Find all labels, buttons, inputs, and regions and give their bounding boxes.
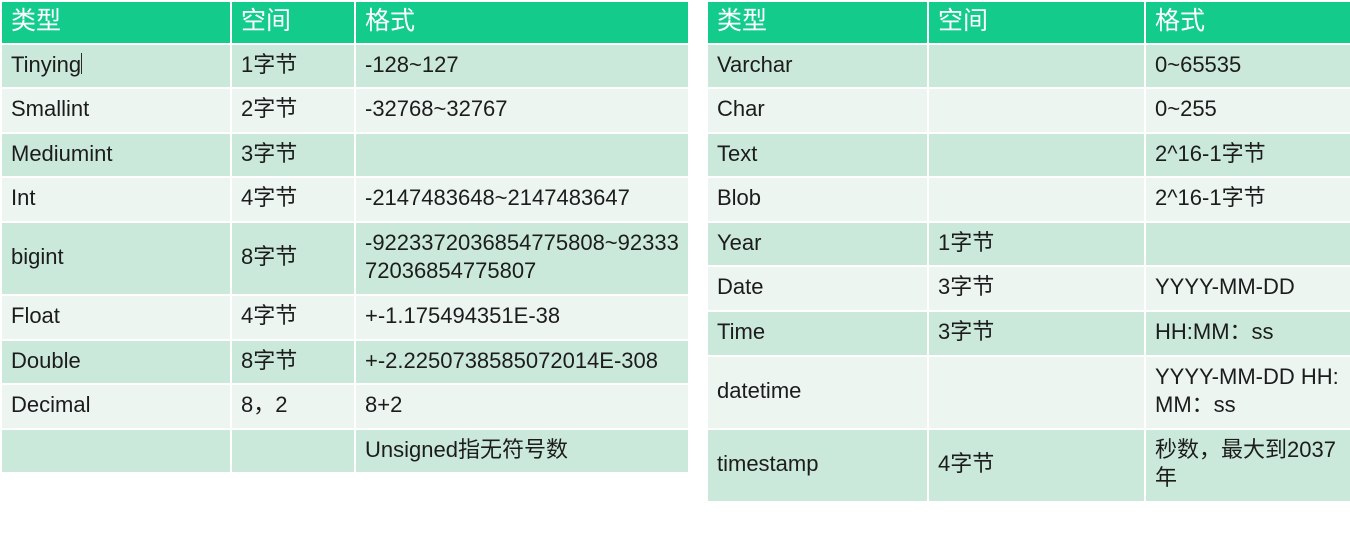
table-header: 类型 空间 格式 — [708, 2, 1350, 43]
cell-type: Date — [708, 267, 927, 311]
cell-format: -9223372036854775808~9233372036854775807 — [356, 222, 688, 295]
table-row: Blob 2^16-1字节 — [708, 178, 1350, 221]
cell-space: 1字节 — [929, 222, 1144, 266]
cell-type: Time — [708, 312, 927, 355]
cell-format: YYYY-MM-DD — [1146, 267, 1350, 311]
cell-type: Int — [2, 178, 230, 221]
cell-format: 2^16-1字节 — [1146, 133, 1350, 177]
cell-format: -32768~32767 — [356, 89, 688, 132]
cell-format: 8+2 — [356, 385, 688, 428]
cell-type: Varchar — [708, 44, 927, 88]
table-row: bigint 8字节 -9223372036854775808~92333720… — [2, 222, 688, 295]
cell-type: bigint — [2, 222, 230, 295]
cell-type: Smallint — [2, 89, 230, 132]
column-header-space: 空间 — [929, 2, 1144, 43]
cell-space — [232, 429, 354, 473]
cell-type: Decimal — [2, 385, 230, 428]
cell-space: 8字节 — [232, 340, 354, 384]
table-row: timestamp 4字节 秒数，最大到2037年 — [708, 429, 1350, 502]
table-row: datetime YYYY-MM-DD HH:MM：ss — [708, 356, 1350, 428]
table-body: Tinying 1字节 -128~127 Smallint 2字节 -32768… — [2, 44, 688, 473]
cell-format: 2^16-1字节 — [1146, 178, 1350, 221]
table-row: Time 3字节 HH:MM：ss — [708, 312, 1350, 355]
cell-space: 3字节 — [929, 267, 1144, 311]
table-body: Varchar 0~65535 Char 0~255 Text 2^16-1字节… — [708, 44, 1350, 502]
cell-type: datetime — [708, 356, 927, 428]
cell-space: 4字节 — [929, 429, 1144, 502]
cell-space — [929, 356, 1144, 428]
cell-space: 4字节 — [232, 178, 354, 221]
cell-space: 8，2 — [232, 385, 354, 428]
table-header-row: 类型 空间 格式 — [708, 2, 1350, 43]
table-row: Float 4字节 +-1.175494351E-38 — [2, 296, 688, 339]
cell-format: Unsigned指无符号数 — [356, 429, 688, 473]
cell-space: 4字节 — [232, 296, 354, 339]
cell-format — [1146, 222, 1350, 266]
cell-space — [929, 89, 1144, 132]
table-row: Varchar 0~65535 — [708, 44, 1350, 88]
column-header-format: 格式 — [356, 2, 688, 43]
table-row: Tinying 1字节 -128~127 — [2, 44, 688, 88]
cell-space: 3字节 — [929, 312, 1144, 355]
cell-type: Text — [708, 133, 927, 177]
table-row: Year 1字节 — [708, 222, 1350, 266]
cell-type: Tinying — [2, 44, 230, 88]
cell-type: Char — [708, 89, 927, 132]
cell-space — [929, 178, 1144, 221]
cell-space: 8字节 — [232, 222, 354, 295]
numeric-types-table: 类型 空间 格式 Tinying 1字节 -128~127 Smallint 2… — [0, 0, 690, 475]
cell-format: 0~255 — [1146, 89, 1350, 132]
cell-space — [929, 44, 1144, 88]
cell-format: +-1.175494351E-38 — [356, 296, 688, 339]
cell-format: +-2.2250738585072014E-308 — [356, 340, 688, 384]
cell-space: 3字节 — [232, 133, 354, 177]
cell-format: 秒数，最大到2037年 — [1146, 429, 1350, 502]
cell-format: -2147483648~2147483647 — [356, 178, 688, 221]
column-header-type: 类型 — [708, 2, 927, 43]
cell-format — [356, 133, 688, 177]
cell-space: 2字节 — [232, 89, 354, 132]
cell-type: Float — [2, 296, 230, 339]
column-header-type: 类型 — [2, 2, 230, 43]
table-row: Double 8字节 +-2.2250738585072014E-308 — [2, 340, 688, 384]
table-row: Decimal 8，2 8+2 — [2, 385, 688, 428]
cell-type: timestamp — [708, 429, 927, 502]
cell-format: YYYY-MM-DD HH:MM：ss — [1146, 356, 1350, 428]
table-header-row: 类型 空间 格式 — [2, 2, 688, 43]
column-header-space: 空间 — [232, 2, 354, 43]
cell-format: -128~127 — [356, 44, 688, 88]
cell-space — [929, 133, 1144, 177]
table-row: Mediumint 3字节 — [2, 133, 688, 177]
cell-type: Mediumint — [2, 133, 230, 177]
cell-type: Double — [2, 340, 230, 384]
table-row: Int 4字节 -2147483648~2147483647 — [2, 178, 688, 221]
table-header: 类型 空间 格式 — [2, 2, 688, 43]
text-caret — [81, 53, 83, 75]
table-row: Smallint 2字节 -32768~32767 — [2, 89, 688, 132]
table-row: Char 0~255 — [708, 89, 1350, 132]
slide-canvas: 类型 空间 格式 Tinying 1字节 -128~127 Smallint 2… — [0, 0, 1350, 555]
table-row: Text 2^16-1字节 — [708, 133, 1350, 177]
cell-space: 1字节 — [232, 44, 354, 88]
column-header-format: 格式 — [1146, 2, 1350, 43]
cell-format: 0~65535 — [1146, 44, 1350, 88]
cell-type — [2, 429, 230, 473]
string-and-date-types-table: 类型 空间 格式 Varchar 0~65535 Char 0~255 Text… — [706, 0, 1350, 504]
cell-type: Year — [708, 222, 927, 266]
table-row: Date 3字节 YYYY-MM-DD — [708, 267, 1350, 311]
cell-format: HH:MM：ss — [1146, 312, 1350, 355]
table-row: Unsigned指无符号数 — [2, 429, 688, 473]
cell-type: Blob — [708, 178, 927, 221]
